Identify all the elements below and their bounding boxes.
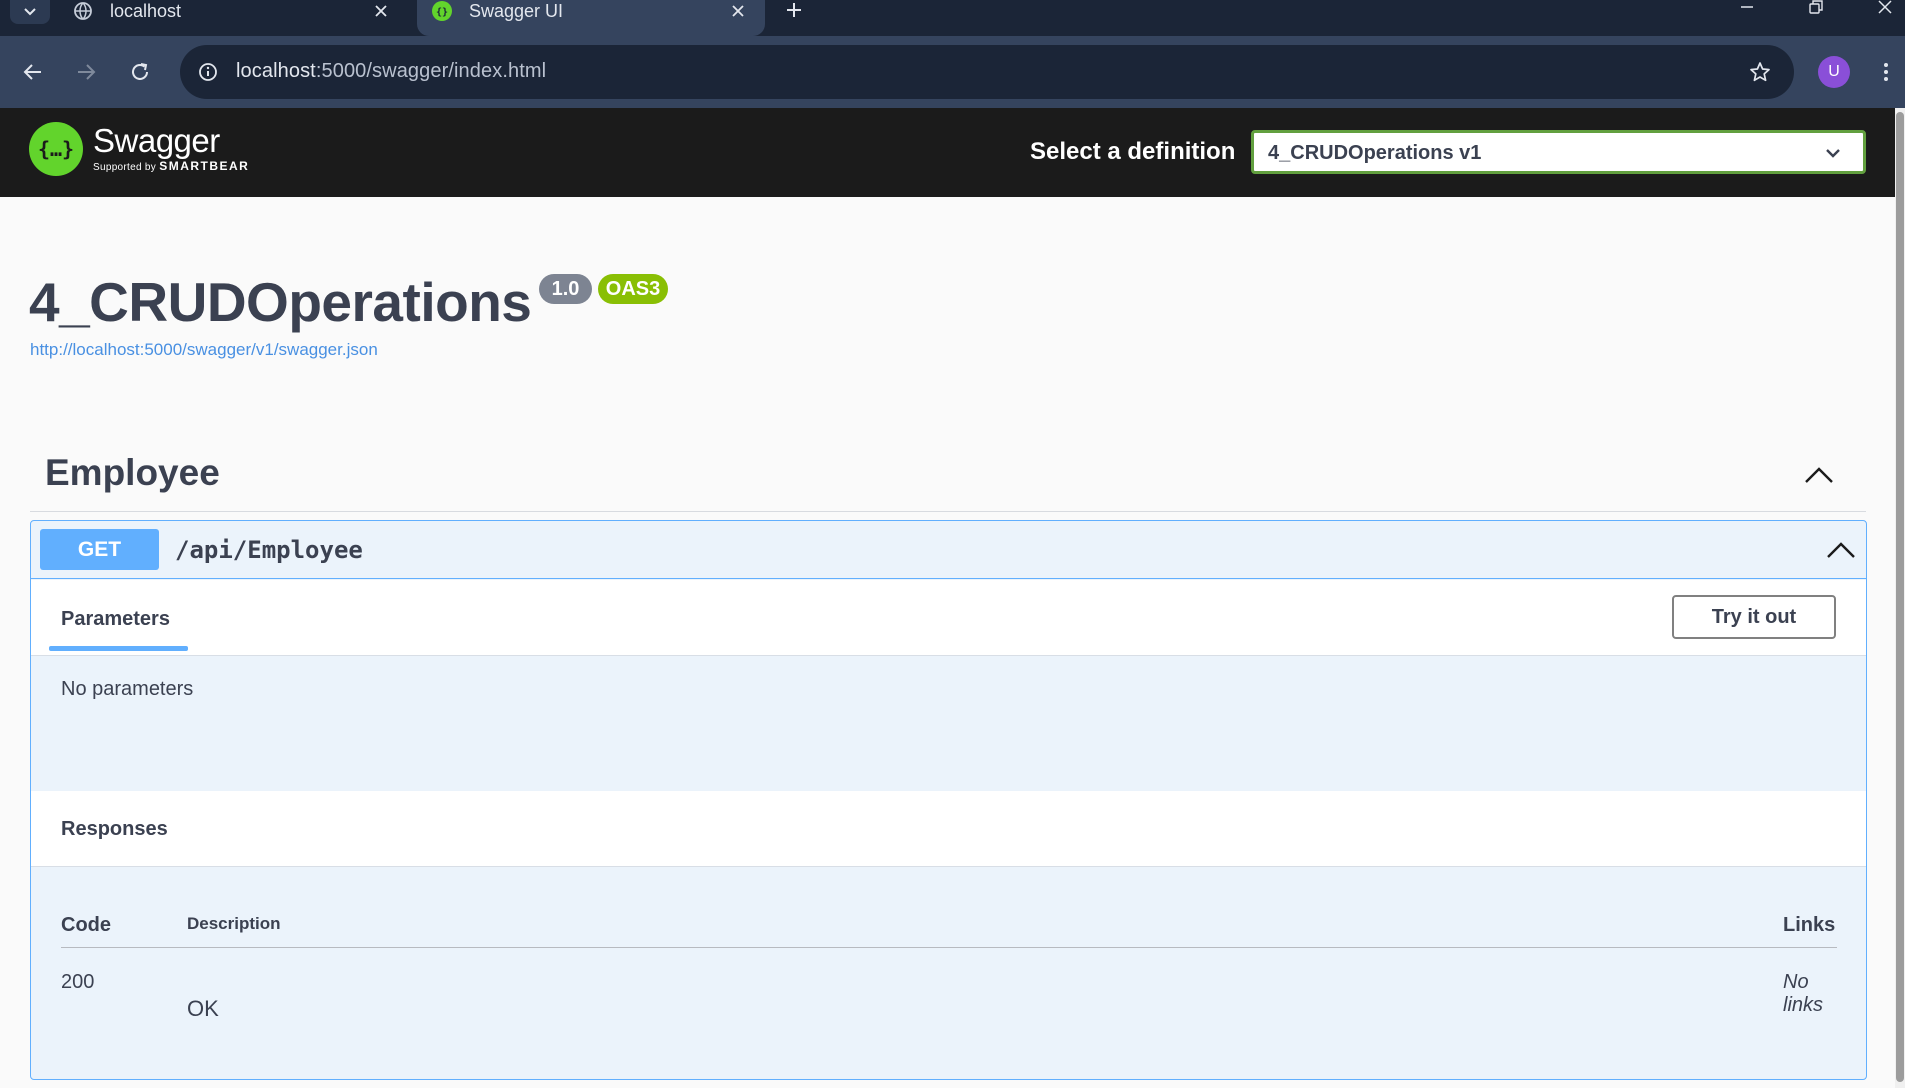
operation-path: /api/Employee [175,536,363,564]
column-header-description: Description [187,914,281,933]
tag-header-employee[interactable]: Employee [30,440,1866,512]
responses-title: Responses [61,818,168,840]
tab-parameters[interactable]: Parameters [61,608,170,631]
plus-icon [787,3,801,17]
back-arrow-icon [23,64,41,80]
response-code: 200 [61,971,95,993]
tag-name: Employee [45,452,220,493]
logo-sub-prefix: Supported by [93,162,157,173]
select-definition-label: Select a definition [1030,138,1236,165]
svg-text:{…}: {…} [38,137,74,161]
parameters-header: Parameters Try it out [31,580,1866,656]
no-parameters-text: No parameters [61,678,194,700]
new-tab-button[interactable] [778,0,810,26]
logo-name: Swagger [93,122,220,159]
close-icon[interactable] [366,0,396,26]
definition-select-value: 4_CRUDOperations v1 [1268,142,1482,164]
chevron-down-icon [1821,141,1845,165]
tab-active-indicator [49,646,188,651]
profile-avatar[interactable]: U [1818,56,1850,88]
table-header-row: Code Description Links [61,901,1837,948]
url-text[interactable]: localhost:5000/swagger/index.html [236,60,546,83]
minimize-icon [1741,6,1753,8]
page-scrollbar[interactable] [1895,108,1905,1088]
tab-search-button[interactable] [10,0,50,24]
version-badge: 1.0 [539,274,592,304]
http-method-badge: GET [40,529,159,570]
tab-localhost[interactable]: localhost [58,0,408,36]
swagger-logo-icon: {…} [29,122,83,176]
column-header-links: Links [1783,914,1836,936]
response-links: No links [1783,971,1824,1016]
spec-url-link[interactable]: http://localhost:5000/swagger/v1/swagger… [30,340,378,360]
table-row: 200 OK No links [61,949,1837,1029]
browser-toolbar: localhost:5000/swagger/index.html U [0,36,1905,108]
url-path: :5000/swagger/index.html [315,60,547,82]
window-close-icon [1878,0,1892,14]
try-it-out-button[interactable]: Try it out [1672,595,1836,639]
operation-get-employee: GET /api/Employee Parameters Try it out … [30,520,1867,1080]
swagger-logo[interactable]: {…} Swagger Supported by SMARTBEAR [29,122,249,176]
tab-title: Swagger UI [469,0,564,21]
kebab-menu-icon[interactable] [1874,56,1898,88]
forward-button[interactable] [68,54,104,90]
back-button[interactable] [15,54,51,90]
oas-badge: OAS3 [598,274,668,304]
reload-icon [132,63,148,80]
logo-sub-brand: SMARTBEAR [159,159,250,173]
responses-header: Responses [31,791,1866,867]
close-icon[interactable] [723,0,753,26]
bookmark-star-icon[interactable] [1746,58,1774,86]
forward-arrow-icon [78,64,96,80]
definition-select[interactable]: 4_CRUDOperations v1 [1251,130,1866,174]
window-close-button[interactable] [1862,0,1905,22]
svg-text:{}: {} [436,7,448,18]
restore-button[interactable] [1793,0,1839,22]
operation-summary[interactable]: GET /api/Employee [31,521,1866,579]
tab-title: localhost [110,0,182,21]
api-title: 4_CRUDOperations [29,271,532,333]
url-host: localhost [236,60,316,82]
column-header-code: Code [61,914,111,936]
globe-icon [72,0,94,22]
minimize-button[interactable] [1724,0,1770,22]
address-bar[interactable]: localhost:5000/swagger/index.html [180,45,1794,99]
scrollbar-thumb[interactable] [1896,112,1904,1082]
restore-icon [1809,0,1823,14]
tab-swagger-ui[interactable]: {} Swagger UI [417,0,765,36]
browser-tab-bar: localhost {} Swagger UI [0,0,1905,36]
swagger-topbar: {…} Swagger Supported by SMARTBEAR Selec… [0,108,1895,197]
response-description: OK [187,996,219,1021]
chevron-up-icon[interactable] [1802,458,1836,492]
logo-sub: Supported by SMARTBEAR [93,159,249,173]
chevron-up-icon[interactable] [1824,533,1858,567]
reload-button[interactable] [122,54,158,90]
swagger-favicon: {} [431,0,453,22]
tab-search-icon [24,8,36,16]
info-icon[interactable] [194,58,222,86]
